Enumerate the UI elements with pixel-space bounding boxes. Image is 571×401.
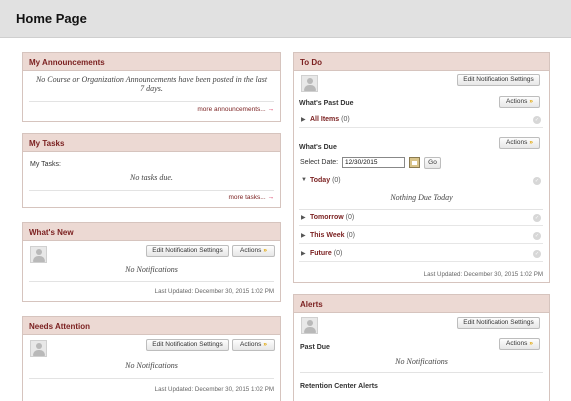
tasks-header[interactable]: My Tasks <box>23 134 280 152</box>
needs-attention-header[interactable]: Needs Attention <box>23 317 280 335</box>
divider <box>29 101 274 102</box>
tasks-message: No tasks due. <box>130 173 173 182</box>
more-tasks-link[interactable]: more tasks... → <box>228 194 274 201</box>
announcements-header[interactable]: My Announcements <box>23 53 280 71</box>
whats-new-message: No Notifications <box>125 265 178 274</box>
more-tasks-label: more tasks... <box>228 194 266 201</box>
divider <box>299 209 543 210</box>
last-updated-text: Last Updated: December 30, 2015 1:02 PM <box>423 271 543 278</box>
announcements-module: My Announcements No Course or Organizati… <box>22 52 281 122</box>
arrow-right-icon: → <box>267 106 275 113</box>
status-check-icon: ✓ <box>533 177 541 185</box>
list-item[interactable]: ▶ Tomorrow (0) ✓ <box>299 211 543 226</box>
announcements-message: No Course or Organization Announcements … <box>35 75 268 93</box>
edit-notification-settings-button[interactable]: Edit Notification Settings <box>146 339 229 351</box>
tomorrow-link[interactable]: Tomorrow (0) <box>310 214 354 221</box>
actions-button[interactable]: Actions» <box>232 245 275 257</box>
divider <box>29 378 274 379</box>
status-check-icon: ✓ <box>533 232 541 240</box>
item-count: (0) <box>345 214 355 221</box>
whats-due-label: What's Due <box>299 144 337 151</box>
actions-button[interactable]: Actions» <box>499 96 540 108</box>
nothing-due-message: Nothing Due Today <box>390 193 453 202</box>
actions-label: Actions <box>506 340 528 347</box>
select-date-label: Select Date: <box>300 159 339 166</box>
chevron-down-icon: » <box>263 341 267 348</box>
past-due-label: What's Past Due <box>299 100 354 107</box>
status-check-icon: ✓ <box>533 116 541 124</box>
arrow-right-icon: → <box>267 194 275 201</box>
chevron-down-icon: » <box>529 139 533 146</box>
collapsed-arrow-icon: ▶ <box>301 117 306 123</box>
todo-module: To Do Edit Notification Settings What's … <box>293 52 550 283</box>
actions-button[interactable]: Actions» <box>232 339 275 351</box>
alerts-module: Alerts Edit Notification Settings Past D… <box>293 294 550 401</box>
actions-label: Actions <box>506 139 528 146</box>
item-count: (0) <box>346 232 356 239</box>
this-week-link[interactable]: This Week (0) <box>310 232 355 239</box>
whats-new-module: What's New Edit Notification Settings Ac… <box>22 222 281 302</box>
collapsed-arrow-icon: ▶ <box>301 215 306 221</box>
avatar <box>30 246 47 263</box>
retention-center-alerts-label: Retention Center Alerts <box>300 383 378 390</box>
future-link[interactable]: Future (0) <box>310 250 342 257</box>
divider <box>29 281 274 282</box>
edit-notification-settings-button[interactable]: Edit Notification Settings <box>146 245 229 257</box>
divider <box>300 372 543 373</box>
needs-attention-module: Needs Attention Edit Notification Settin… <box>22 316 281 401</box>
actions-label: Actions <box>240 247 262 254</box>
avatar <box>301 75 318 92</box>
page-title: Home Page <box>16 11 87 26</box>
avatar <box>30 340 47 357</box>
today-link[interactable]: Today (0) <box>310 177 341 184</box>
last-updated-text: Last Updated: December 30, 2015 1:02 PM <box>154 386 274 393</box>
divider <box>29 190 274 191</box>
item-label: All Items <box>310 116 340 123</box>
more-announcements-link[interactable]: more announcements... → <box>197 106 274 113</box>
item-count: (0) <box>333 250 343 257</box>
more-announcements-label: more announcements... <box>197 106 266 113</box>
edit-notification-settings-button[interactable]: Edit Notification Settings <box>457 74 540 86</box>
item-label: Tomorrow <box>310 214 344 221</box>
item-count: (0) <box>341 116 350 123</box>
item-label: This Week <box>310 232 345 239</box>
collapsed-arrow-icon: ▶ <box>301 233 306 239</box>
whats-new-header[interactable]: What's New <box>23 223 280 241</box>
all-items-link[interactable]: All Items (0) <box>310 116 350 123</box>
list-item[interactable]: ▶ This Week (0) ✓ <box>299 229 543 244</box>
actions-label: Actions <box>506 98 528 105</box>
item-label: Future <box>310 250 332 257</box>
needs-attention-message: No Notifications <box>125 361 178 370</box>
status-check-icon: ✓ <box>533 214 541 222</box>
edit-notification-settings-button[interactable]: Edit Notification Settings <box>457 317 540 329</box>
tasks-label: My Tasks: <box>30 161 61 168</box>
expanded-arrow-icon: ▼ <box>301 177 307 183</box>
status-check-icon: ✓ <box>533 250 541 258</box>
alerts-message: No Notifications <box>395 357 448 366</box>
actions-label: Actions <box>240 341 262 348</box>
go-button[interactable]: Go <box>424 157 441 169</box>
list-item[interactable]: ▶ All Items (0) ✓ <box>299 113 543 128</box>
item-label: Today <box>310 177 331 184</box>
calendar-icon[interactable] <box>409 157 420 168</box>
item-count: (0) <box>332 177 341 184</box>
avatar <box>301 317 318 334</box>
date-input[interactable]: 12/30/2015 <box>342 157 405 168</box>
chevron-down-icon: » <box>529 98 533 105</box>
alerts-header[interactable]: Alerts <box>294 295 549 313</box>
list-item[interactable]: ▶ Future (0) ✓ <box>299 247 543 262</box>
page-header: Home Page <box>0 0 571 38</box>
chevron-down-icon: » <box>263 247 267 254</box>
todo-header[interactable]: To Do <box>294 53 549 71</box>
chevron-down-icon: » <box>529 340 533 347</box>
actions-button[interactable]: Actions» <box>499 338 540 350</box>
list-item[interactable]: ▼ Today (0) ✓ <box>299 174 543 189</box>
tasks-module: My Tasks My Tasks: No tasks due. more ta… <box>22 133 281 208</box>
collapsed-arrow-icon: ▶ <box>301 251 306 257</box>
last-updated-text: Last Updated: December 30, 2015 1:02 PM <box>154 288 274 295</box>
actions-button[interactable]: Actions» <box>499 137 540 149</box>
alerts-past-due-label: Past Due <box>300 344 330 351</box>
